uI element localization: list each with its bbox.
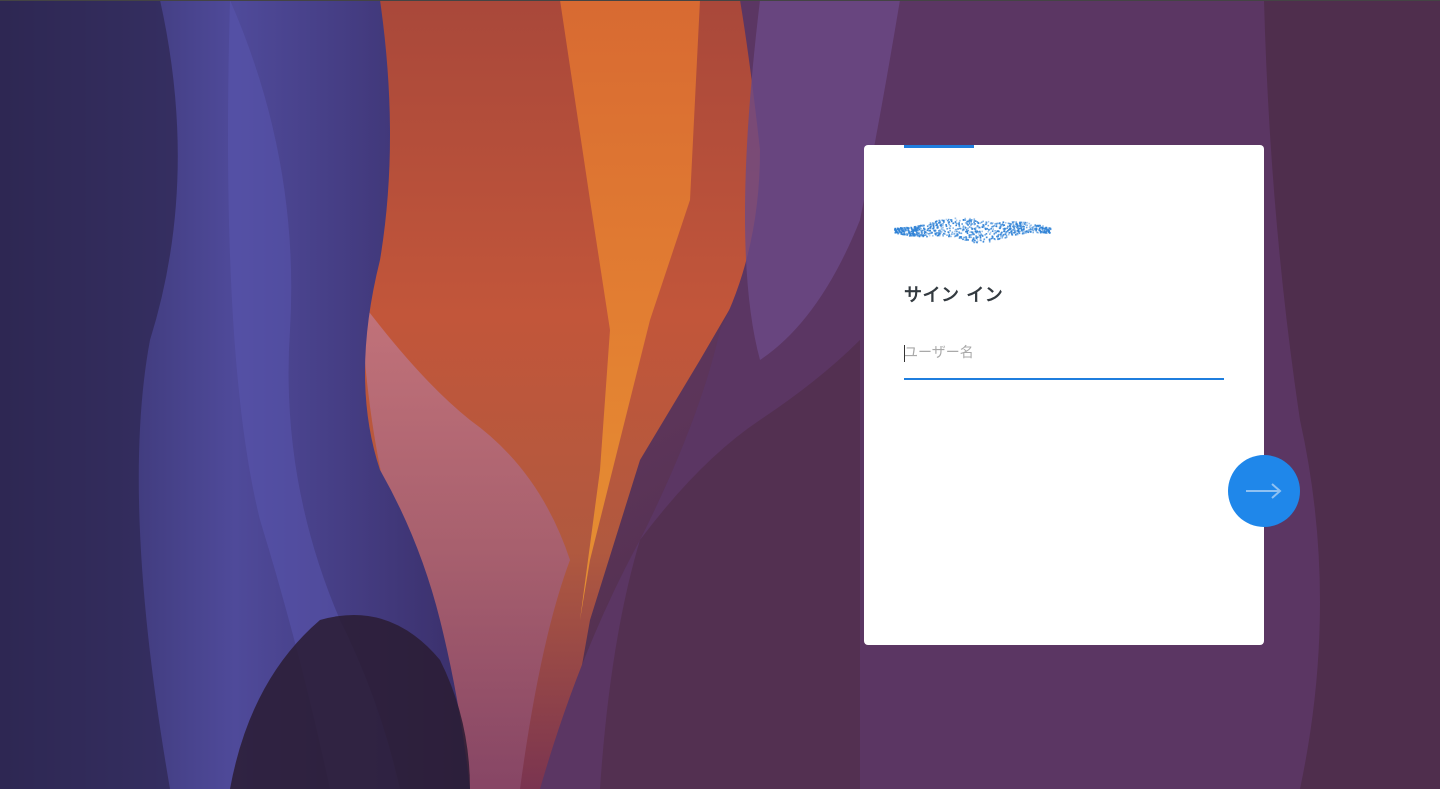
sign-in-card: サイン イン	[864, 145, 1264, 645]
progress-indicator	[904, 145, 974, 148]
obscured-logo	[892, 205, 1052, 253]
arrow-right-icon	[1246, 483, 1282, 499]
username-input[interactable]	[904, 338, 1224, 368]
text-caret	[904, 345, 905, 362]
sign-in-title: サイン イン	[904, 285, 1004, 306]
next-button[interactable]	[1228, 455, 1300, 527]
window-top-border	[0, 0, 1440, 1]
username-field[interactable]	[904, 338, 1224, 380]
